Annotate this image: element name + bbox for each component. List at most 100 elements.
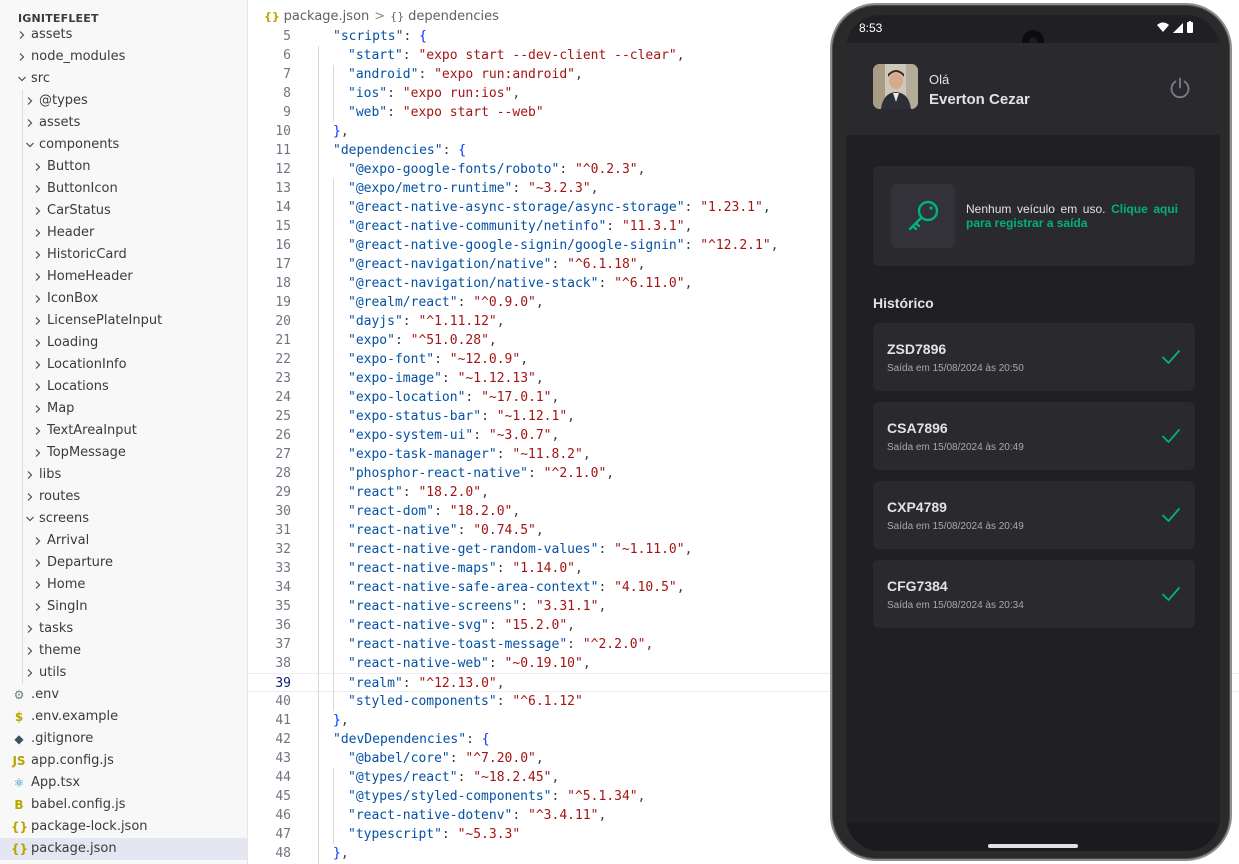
explorer-item-label: Arrival (47, 533, 90, 548)
explorer-folder[interactable]: node_modules (0, 46, 247, 68)
chevron-right-icon[interactable] (33, 200, 45, 222)
historic-card[interactable]: CSA7896 Saída em 15/08/2024 às 20:49 (873, 402, 1195, 470)
explorer-folder[interactable]: LicensePlateInput (0, 310, 247, 332)
chevron-right-icon[interactable] (25, 90, 37, 112)
chevron-right-icon[interactable] (25, 486, 37, 508)
chevron-right-icon[interactable] (33, 310, 45, 332)
chevron-right-icon[interactable] (33, 222, 45, 244)
chevron-right-icon[interactable] (33, 596, 45, 618)
explorer-folder[interactable]: CarStatus (0, 200, 247, 222)
chevron-right-icon[interactable] (33, 376, 45, 398)
chevron-right-icon[interactable] (33, 244, 45, 266)
code-token: , (535, 371, 544, 386)
code-text: "dayjs": "^1.11.12", (348, 312, 505, 331)
breadcrumb-symbol[interactable]: dependencies (408, 9, 499, 24)
avatar[interactable] (873, 64, 918, 109)
explorer-folder[interactable]: routes (0, 486, 247, 508)
explorer-file[interactable]: $ .env.example (0, 706, 247, 728)
explorer-folder[interactable]: components (0, 134, 247, 156)
explorer-file[interactable]: ⚙ .env (0, 684, 247, 706)
chevron-right-icon[interactable] (33, 574, 45, 596)
chevron-right-icon[interactable] (33, 442, 45, 464)
explorer-folder[interactable]: @types (0, 90, 247, 112)
explorer-folder[interactable]: Loading (0, 332, 247, 354)
car-status-card[interactable]: Nenhum veículo em uso. Clique aqui para … (873, 166, 1195, 266)
explorer-folder[interactable]: Locations (0, 376, 247, 398)
json-file-icon: {} (264, 10, 280, 23)
chevron-right-icon[interactable] (25, 618, 37, 640)
home-indicator[interactable] (988, 844, 1078, 848)
explorer-folder[interactable]: Header (0, 222, 247, 244)
chevron-right-icon[interactable] (33, 178, 45, 200)
explorer-file[interactable]: {} package.json (0, 838, 247, 860)
explorer-folder[interactable]: HistoricCard (0, 244, 247, 266)
chevron-right-icon[interactable] (25, 640, 37, 662)
historic-card[interactable]: CFG7384 Saída em 15/08/2024 às 20:34 (873, 560, 1195, 628)
explorer-folder[interactable]: Home (0, 574, 247, 596)
explorer-folder[interactable]: LocationInfo (0, 354, 247, 376)
code-token: , (512, 86, 521, 101)
explorer-folder[interactable]: Button (0, 156, 247, 178)
code-token: "@react-navigation/native-stack" (348, 276, 599, 291)
explorer-folder[interactable]: Map (0, 398, 247, 420)
chevron-right-icon[interactable] (33, 420, 45, 442)
code-token: "react-native-web" (348, 656, 489, 671)
code-token: : (488, 618, 505, 633)
explorer-file[interactable]: JS app.config.js (0, 750, 247, 772)
chevron-right-icon[interactable] (25, 662, 37, 684)
logout-button[interactable] (1168, 76, 1192, 100)
chevron-right-icon[interactable] (33, 288, 45, 310)
chevron-right-icon[interactable] (25, 464, 37, 486)
explorer-folder[interactable]: TextAreaInput (0, 420, 247, 442)
historic-card[interactable]: ZSD7896 Saída em 15/08/2024 às 20:50 (873, 323, 1195, 391)
chevron-right-icon[interactable] (33, 552, 45, 574)
car-status-text: Nenhum veículo em uso. (966, 202, 1112, 216)
explorer-folder[interactable]: libs (0, 464, 247, 486)
chevron-down-icon[interactable] (25, 508, 37, 530)
code-token: "~17.0.1" (481, 390, 552, 405)
chevron-right-icon[interactable] (33, 266, 45, 288)
explorer-file[interactable]: ◆ .gitignore (0, 728, 247, 750)
chevron-right-icon[interactable] (17, 24, 29, 46)
code-token: , (645, 637, 654, 652)
explorer-file[interactable]: ⚛ App.tsx (0, 772, 247, 794)
explorer-folder[interactable]: Arrival (0, 530, 247, 552)
explorer-folder[interactable]: SingIn (0, 596, 247, 618)
chevron-right-icon[interactable] (33, 398, 45, 420)
explorer-folder[interactable]: IconBox (0, 288, 247, 310)
code-text: }, (333, 711, 349, 730)
explorer-folder[interactable]: assets (0, 112, 247, 134)
code-token: : (496, 447, 513, 462)
historic-card[interactable]: CXP4789 Saída em 15/08/2024 às 20:49 (873, 481, 1195, 549)
explorer-folder[interactable]: TopMessage (0, 442, 247, 464)
explorer-folder[interactable]: ButtonIcon (0, 178, 247, 200)
explorer-folder[interactable]: screens (0, 508, 247, 530)
check-icon (1161, 427, 1181, 445)
explorer-folder[interactable]: tasks (0, 618, 247, 640)
code-token: "expo run:ios" (402, 86, 513, 101)
line-number: 7 (283, 67, 291, 82)
explorer-file[interactable]: Bbabel.config.js (0, 794, 247, 816)
chevron-right-icon[interactable] (25, 112, 37, 134)
explorer-folder[interactable]: utils (0, 662, 247, 684)
explorer-folder[interactable]: Departure (0, 552, 247, 574)
breadcrumb-file[interactable]: package.json (284, 9, 370, 24)
chevron-right-icon[interactable] (33, 332, 45, 354)
code-token: "react-native-get-random-values" (348, 542, 599, 557)
explorer-file[interactable]: {} package-lock.json (0, 816, 247, 838)
explorer-folder[interactable]: HomeHeader (0, 266, 247, 288)
chevron-down-icon[interactable] (25, 134, 37, 156)
code-text: "typescript": "~5.3.3" (348, 825, 520, 844)
chevron-right-icon[interactable] (33, 354, 45, 376)
chevron-down-icon[interactable] (17, 68, 29, 90)
gear-icon: ⚙ (13, 688, 25, 702)
code-token: : (684, 200, 701, 215)
chevron-right-icon[interactable] (33, 156, 45, 178)
chevron-right-icon[interactable] (17, 46, 29, 68)
code-token: "android" (348, 67, 419, 82)
explorer-folder[interactable]: theme (0, 640, 247, 662)
explorer-folder[interactable]: src (0, 68, 247, 90)
explorer-folder[interactable]: assets (0, 24, 247, 46)
code-token: "react-native-safe-area-context" (348, 580, 599, 595)
chevron-right-icon[interactable] (33, 530, 45, 552)
